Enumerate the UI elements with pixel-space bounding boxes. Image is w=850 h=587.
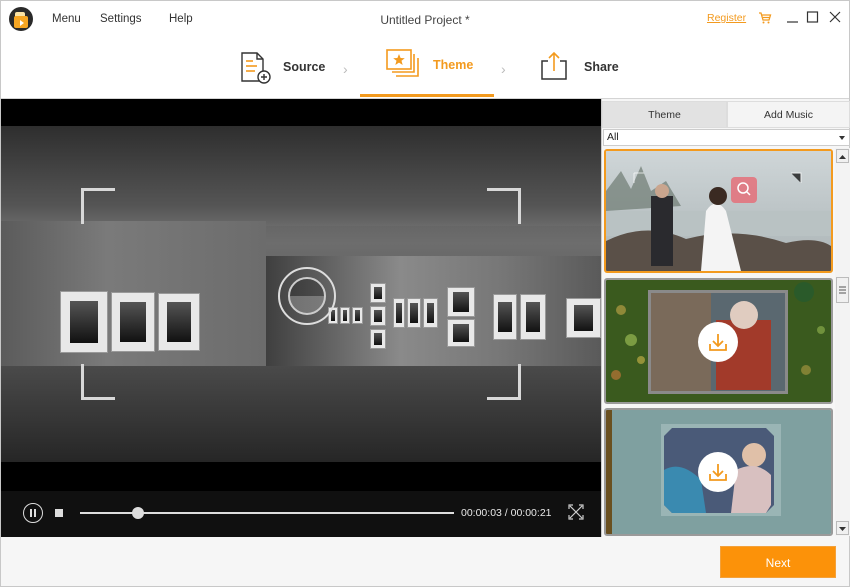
chevron-right-icon: › (343, 61, 348, 77)
crop-corner-icon (81, 188, 115, 224)
arrow-up-icon (839, 155, 846, 159)
crop-corner-icon (487, 188, 521, 224)
player-controls: 00:00:03 / 00:00:21 (1, 491, 601, 537)
theme-slides-icon (386, 49, 419, 77)
title-bar: Menu Settings Help Untitled Project * Re… (1, 1, 849, 39)
menu-settings[interactable]: Settings (100, 13, 142, 25)
chevron-right-icon: › (501, 61, 506, 77)
panel-tabs: Theme Add Music (602, 101, 850, 128)
theme-card-christmas[interactable] (604, 278, 833, 404)
scroll-thumb[interactable] (836, 277, 849, 303)
theme-card-family[interactable] (604, 408, 833, 536)
tab-add-music[interactable]: Add Music (727, 101, 850, 128)
theme-filter-value: All (607, 131, 619, 143)
steps-bar: Source › Theme › Share (1, 39, 849, 99)
document-add-icon (241, 52, 271, 84)
app-window: Menu Settings Help Untitled Project * Re… (0, 0, 850, 587)
step-source-label: Source (283, 60, 326, 74)
zoom-preview-icon (731, 177, 757, 203)
theme-card-wedding[interactable] (604, 149, 833, 273)
stop-button[interactable] (55, 509, 63, 517)
app-logo-icon (9, 7, 33, 31)
seek-thumb[interactable] (131, 507, 144, 519)
step-source[interactable]: Source (237, 39, 337, 99)
christmas-thumbnail (606, 280, 831, 402)
window-title: Untitled Project * (380, 13, 470, 27)
pause-button[interactable] (23, 503, 43, 523)
dropdown-arrow-icon (839, 136, 845, 140)
crop-corner-icon (487, 364, 521, 400)
wedding-thumbnail (606, 151, 831, 271)
gallery-scrollbar[interactable] (835, 148, 850, 536)
step-theme-label: Theme (433, 58, 474, 72)
menu-help[interactable]: Help (169, 13, 193, 25)
register-link[interactable]: Register (707, 12, 746, 24)
theme-panel: Theme Add Music All (601, 99, 850, 537)
timecode: 00:00:03 / 00:00:21 (461, 507, 552, 519)
scroll-down-button[interactable] (836, 521, 849, 535)
active-step-indicator (360, 94, 494, 97)
focus-lens-icon (288, 277, 326, 315)
menu-menu[interactable]: Menu (52, 13, 81, 25)
theme-filter-select[interactable]: All (603, 129, 850, 146)
tab-theme[interactable]: Theme (602, 101, 727, 128)
next-button[interactable]: Next (720, 546, 836, 578)
scroll-up-button[interactable] (836, 149, 849, 163)
family-thumbnail (606, 410, 831, 534)
close-icon[interactable] (827, 9, 843, 25)
step-theme[interactable]: Theme (381, 39, 491, 99)
preview-image[interactable] (1, 126, 601, 462)
fullscreen-icon[interactable] (568, 504, 584, 520)
crop-corner-icon (81, 364, 115, 400)
step-share[interactable]: Share (537, 39, 637, 99)
arrow-down-icon (839, 527, 846, 531)
video-preview: 00:00:03 / 00:00:21 (1, 99, 601, 537)
share-export-icon (541, 51, 567, 80)
minimize-icon[interactable] (785, 9, 801, 25)
grip-icon (839, 286, 846, 294)
seek-bar[interactable] (80, 507, 454, 519)
step-share-label: Share (584, 60, 619, 74)
cart-icon[interactable] (758, 11, 772, 25)
theme-gallery (603, 148, 835, 536)
maximize-icon[interactable] (805, 9, 821, 25)
